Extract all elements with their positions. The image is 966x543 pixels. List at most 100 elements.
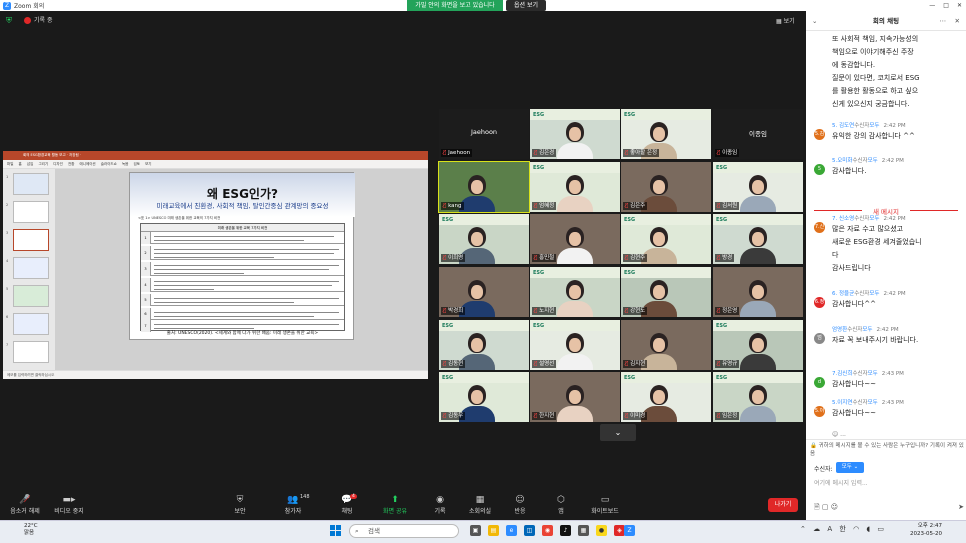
participant-tile[interactable]: ESG 🎙̸ 유영규: [713, 320, 803, 370]
clock[interactable]: 오후 2:47 2023-05-20: [910, 522, 942, 538]
store-icon[interactable]: ◫: [524, 525, 535, 536]
chat-input[interactable]: 여기에 메시지 입력...: [814, 477, 964, 491]
participant-tile[interactable]: ESG 🎙̸ 이미경: [621, 372, 711, 422]
minimize-button[interactable]: —: [929, 0, 935, 11]
to-word: 수신자: [852, 158, 868, 164]
emoji-icon[interactable]: ☺: [832, 431, 840, 438]
app-icon[interactable]: ▦: [578, 525, 589, 536]
file-icon[interactable]: 🗎: [814, 503, 820, 511]
tiktok-icon[interactable]: ♪: [560, 525, 571, 536]
participant-tile[interactable]: 이종임 🎙̸ 이종임: [713, 109, 803, 159]
encryption-shield-icon[interactable]: ⛨: [6, 16, 15, 25]
zoom-taskbar-icon[interactable]: Z: [624, 525, 635, 536]
kakaotalk-icon[interactable]: ●: [596, 525, 607, 536]
recipient-dropdown[interactable]: 모두 ⌄: [836, 462, 864, 473]
chevron-up-icon[interactable]: ⌃: [800, 525, 806, 533]
screenshot-icon[interactable]: ▢: [822, 503, 829, 511]
thumb-number: 3: [6, 231, 9, 235]
participant-name: 엄혜정: [539, 203, 555, 209]
participant-name: 설영선: [539, 361, 555, 367]
close-window-button[interactable]: ✕: [957, 0, 962, 11]
task-view-icon[interactable]: ▣: [470, 525, 481, 536]
participant-tile[interactable]: ESG 🎙̸ 설영선: [530, 320, 620, 370]
participant-tile[interactable]: ESG 🎙̸ 김동우: [439, 372, 529, 422]
participant-tile[interactable]: 🎙̸ 박경희: [439, 267, 529, 317]
participant-tile[interactable]: ESG 🎙̸ 임은정: [713, 372, 803, 422]
person-body: [740, 406, 776, 422]
chat-button[interactable]: 💬 4 채팅: [322, 494, 372, 515]
slide-thumbnail: [13, 257, 49, 279]
participant-tile[interactable]: ESG 🎙̸ 강현도: [621, 267, 711, 317]
chat-line: 자료 꼭 보내주시기 바랍니다.: [832, 336, 919, 344]
weather-widget[interactable]: 22°C 맑음: [24, 523, 38, 537]
windows-start-icon[interactable]: [330, 525, 341, 536]
participant-tile[interactable]: 🎙̸ kang: [438, 161, 530, 213]
participant-tile[interactable]: Jaehoon 🎙̸ Jaehoon: [439, 109, 529, 159]
participant-tile[interactable]: 🎙̸ 홍민철: [530, 214, 620, 264]
chevron-down-icon[interactable]: ⌄: [812, 11, 817, 31]
more-options-icon[interactable]: ⋯: [940, 11, 947, 31]
participant-name-label: 🎙̸ 임은정: [715, 412, 740, 420]
cloud-icon[interactable]: ☁: [813, 525, 820, 533]
participant-tile[interactable]: ESG 🎙̸ 노지현: [530, 267, 620, 317]
participant-tile[interactable]: ESG 🎙̸ 좋아할 은정: [621, 109, 711, 159]
file-explorer-icon[interactable]: ▤: [488, 525, 499, 536]
more-options-icon[interactable]: ...: [840, 431, 846, 438]
message-reaction-tools[interactable]: ☺ ...: [832, 431, 846, 438]
font-icon[interactable]: A: [827, 525, 832, 533]
chat-line: 감사합니다^^: [832, 300, 876, 308]
stop-video-button[interactable]: ▬▸ 비디오 중지: [44, 494, 94, 515]
security-button[interactable]: ⛨ 보안: [215, 494, 265, 515]
participant-tile[interactable]: 🎙̸ 한지현: [530, 372, 620, 422]
chat-divider: [806, 439, 966, 440]
close-icon[interactable]: ✕: [955, 11, 960, 31]
esg-logo: ESG: [533, 270, 545, 276]
chat-note-text: 귀하의 메시지를 볼 수 있는 사람은 누구입니까? 기록이 켜져 있음: [810, 443, 964, 457]
participant-tile[interactable]: ESG 🎙̸ 김은경: [530, 109, 620, 159]
participant-name: kang: [448, 203, 462, 209]
maximize-button[interactable]: □: [943, 0, 949, 11]
participant-tile[interactable]: 🎙̸ 김은주: [621, 162, 711, 212]
sender-avatar: 5.이: [814, 406, 825, 417]
unmute-button[interactable]: 🎤̸ 음소거 해제: [0, 494, 50, 515]
apps-button[interactable]: ⬡ 앱: [536, 494, 586, 515]
participant-name-label: 🎙̸ 김현주: [623, 254, 648, 262]
send-icon[interactable]: ➤: [958, 503, 964, 511]
chat-input-tools: 🗎 ▢ ☺ ➤: [814, 503, 964, 513]
table-row: 5: [141, 294, 344, 306]
chat-sender-line: 6. 정을균수신자모두 2:42 PM: [832, 289, 906, 297]
participant-tile[interactable]: 🎙̸ 정은영: [713, 267, 803, 317]
whiteboard-button[interactable]: ▭ 화이트보드: [580, 494, 630, 515]
taskbar-search[interactable]: ⌕ 검색: [349, 524, 459, 538]
chrome-icon[interactable]: ◉: [542, 525, 553, 536]
participant-name: 유영규: [722, 361, 738, 367]
participant-name: 이희영: [448, 255, 464, 261]
participant-tile[interactable]: ESG 🎙̸ 김동현: [439, 320, 529, 370]
wifi-icon[interactable]: ◠: [853, 525, 859, 533]
participants-button[interactable]: 👥 148 참가자: [268, 494, 318, 515]
recipient-name: 모두: [862, 327, 873, 333]
participant-tile[interactable]: ESG 🎙̸ 이희영: [439, 214, 529, 264]
participant-tile[interactable]: ESG 🎙̸ 김현주: [621, 214, 711, 264]
recording-label[interactable]: 기록 중: [34, 15, 52, 27]
participant-name-label: 🎙̸ 김서원: [715, 202, 740, 210]
participant-tile[interactable]: 🎙̸ 김지현: [621, 320, 711, 370]
emoji-icon[interactable]: ☺: [831, 503, 838, 511]
participant-tile[interactable]: ESG 🎙̸ 방경: [713, 214, 803, 264]
chat-line: 많은 자료 수고 많으셨고: [832, 225, 904, 233]
view-button[interactable]: ▦ 보기: [776, 16, 795, 25]
row-number: 3: [141, 262, 151, 276]
share-screen-button[interactable]: ⬆ 화면 공유: [370, 494, 420, 515]
message-time: 2:43 PM: [881, 400, 904, 406]
view-options-button[interactable]: 옵션 보기: [506, 0, 546, 11]
participant-tile[interactable]: ESG 🎙̸ 김서원: [713, 162, 803, 212]
gallery-next-page-button[interactable]: ⌄: [600, 424, 636, 441]
leave-button[interactable]: 나가기: [768, 498, 798, 512]
person-body: [557, 406, 593, 422]
input-language[interactable]: 한: [839, 525, 845, 533]
participant-name: 방경: [722, 255, 733, 261]
battery-icon[interactable]: ▭: [877, 525, 884, 533]
edge-icon[interactable]: e: [506, 525, 517, 536]
participant-tile[interactable]: ESG 🎙̸ 엄혜정: [530, 162, 620, 212]
speaker-icon[interactable]: ◖: [866, 525, 870, 533]
